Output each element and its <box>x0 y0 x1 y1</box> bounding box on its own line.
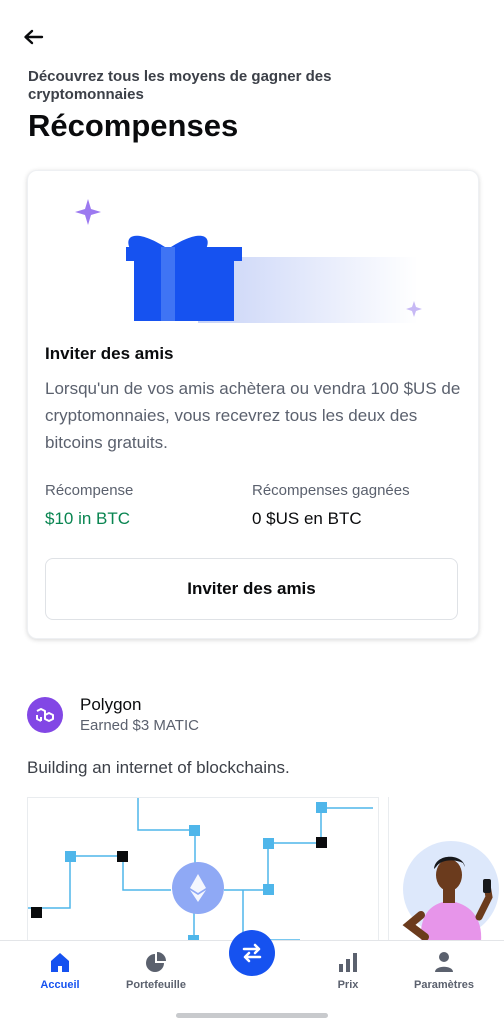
invite-friends-card: Inviter des amis Lorsqu'un de vos amis a… <box>27 170 479 639</box>
home-indicator <box>176 1013 328 1018</box>
polygon-name: Polygon <box>80 695 142 714</box>
page-title: Récompenses <box>28 108 239 143</box>
nav-item-settings[interactable]: Paramètres <box>399 951 489 991</box>
nav-label-portfolio: Portefeuille <box>126 979 186 991</box>
nav-label-settings: Paramètres <box>414 979 474 991</box>
invite-title: Inviter des amis <box>45 344 174 363</box>
polygon-network-illustration[interactable] <box>27 797 379 943</box>
gift-illustration <box>75 199 422 323</box>
nav-item-portfolio[interactable]: Portefeuille <box>111 951 201 991</box>
invite-friends-button[interactable]: Inviter des amis <box>45 558 458 620</box>
home-icon <box>51 953 69 972</box>
nav-label-home: Accueil <box>40 979 80 991</box>
polygon-logo-icon <box>27 697 63 733</box>
back-arrow-icon[interactable] <box>18 24 48 54</box>
invite-description: Lorsqu'un de vos amis achètera ou vendra… <box>45 379 461 452</box>
reward-label: Récompense <box>45 482 134 499</box>
earned-label: Récompenses gagnées <box>252 482 410 499</box>
bar-chart-icon <box>339 953 357 972</box>
nav-item-home[interactable]: Accueil <box>15 951 105 991</box>
page-subtitle: Découvrez tous les moyens de gagner des … <box>28 68 332 103</box>
nav-item-prices[interactable]: Prix <box>303 951 393 991</box>
polygon-description: Building an internet of blockchains. <box>27 758 290 777</box>
nav-label-prices: Prix <box>337 979 359 991</box>
reward-value: $10 in BTC <box>45 509 131 528</box>
polygon-earned: Earned $3 MATIC <box>80 717 199 734</box>
person-icon <box>435 952 453 972</box>
earned-value: 0 $US en BTC <box>252 509 362 528</box>
trade-button[interactable] <box>229 930 275 976</box>
bottom-navigation: Accueil Portefeuille Prix Paramètres <box>0 930 504 1025</box>
pie-chart-icon <box>146 952 166 972</box>
swap-arrows-icon <box>242 943 262 963</box>
person-illustration[interactable] <box>388 797 504 942</box>
